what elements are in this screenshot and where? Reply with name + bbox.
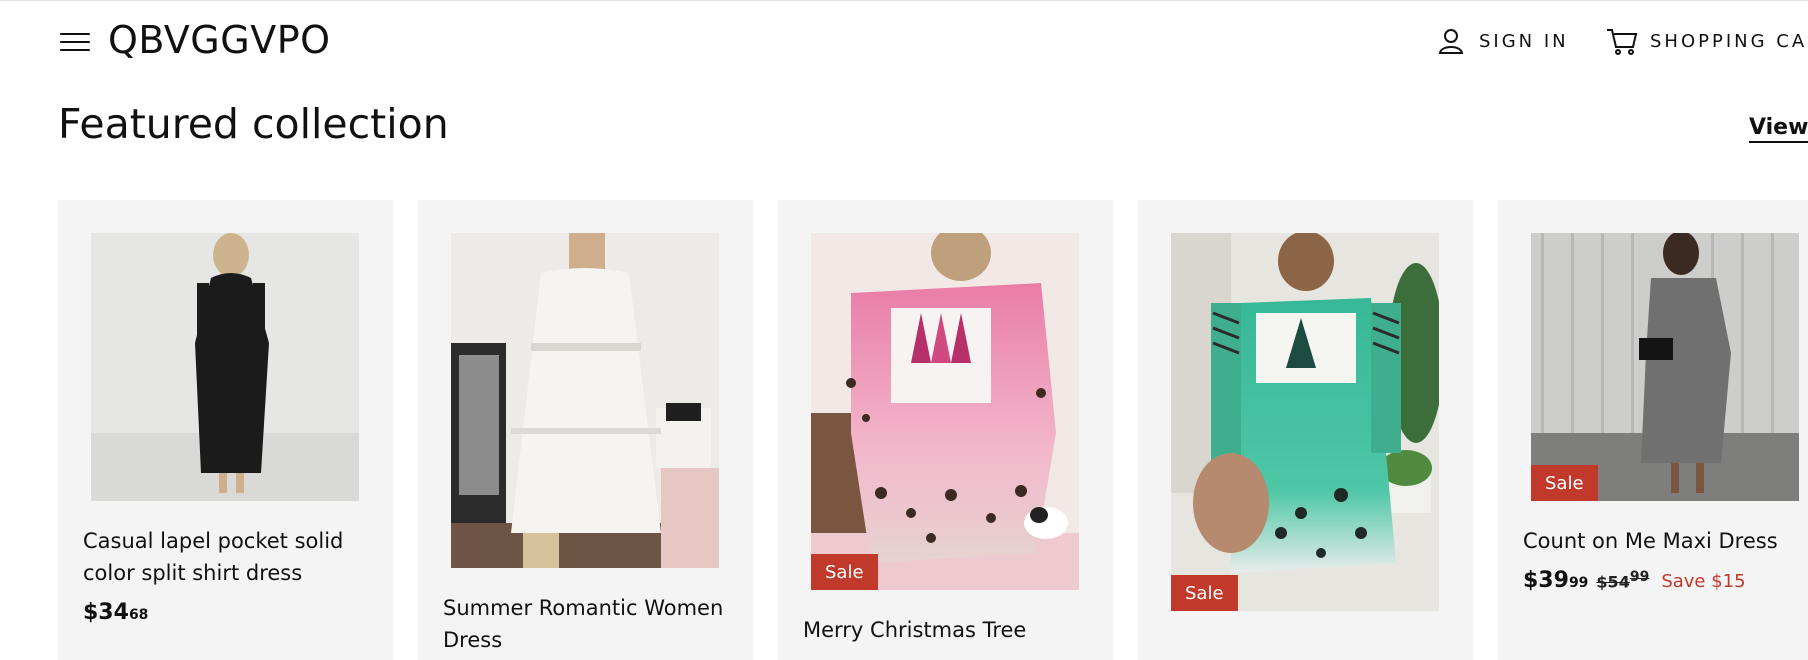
product-image-white-lace-dress[interactable]: [451, 233, 719, 568]
shopping-cart-label: SHOPPING CART: [1650, 30, 1808, 52]
compare-at-price: $5499: [1596, 569, 1649, 591]
product-price-5: $39 99 $5499 Save $15: [1523, 568, 1746, 593]
savings-label: Save $15: [1661, 571, 1746, 592]
sale-badge: Sale: [1171, 575, 1238, 611]
header-divider: [0, 0, 1808, 1]
product-card-1[interactable]: Casual lapel pocket solid color split sh…: [58, 200, 393, 660]
shopping-cart-link[interactable]: SHOPPING CART: [1606, 27, 1808, 55]
product-card-4[interactable]: Sale: [1138, 200, 1473, 660]
product-card-2[interactable]: Summer Romantic Women Dress: [418, 200, 753, 660]
sale-badge: Sale: [1531, 465, 1598, 501]
section-title: Featured collection: [58, 100, 449, 148]
was-dollars: $54: [1596, 572, 1630, 591]
sign-in-link[interactable]: SIGN IN: [1437, 27, 1569, 55]
product-image-black-shirt-dress[interactable]: [91, 233, 359, 501]
product-title-5[interactable]: Count on Me Maxi Dress: [1523, 525, 1808, 557]
store-logo[interactable]: QBVGGVPO: [108, 18, 331, 62]
sale-badge: Sale: [811, 554, 878, 590]
was-cents: 99: [1629, 568, 1650, 585]
product-title-1[interactable]: Casual lapel pocket solid color split sh…: [83, 525, 373, 589]
price-cents: 99: [1568, 575, 1589, 591]
hamburger-menu-icon[interactable]: [60, 31, 90, 53]
product-image-green-christmas-dress[interactable]: Sale: [1171, 233, 1439, 611]
cart-icon: [1607, 29, 1638, 55]
price-dollars: $34: [83, 600, 129, 625]
product-image-gray-maxi-dress[interactable]: Sale: [1531, 233, 1799, 501]
price-dollars: $39: [1523, 568, 1569, 593]
product-title-3[interactable]: Merry Christmas Tree: [803, 614, 1093, 646]
view-all-link[interactable]: View all: [1749, 115, 1808, 143]
product-image-pink-christmas-dress[interactable]: Sale: [811, 233, 1079, 590]
price-cents: 68: [128, 607, 149, 623]
product-price-1: $34 68: [83, 600, 148, 625]
sign-in-label: SIGN IN: [1479, 30, 1569, 52]
product-card-5[interactable]: Sale Count on Me Maxi Dress $39 99 $5499 …: [1498, 200, 1808, 660]
product-title-2[interactable]: Summer Romantic Women Dress: [443, 592, 733, 656]
product-card-3[interactable]: Sale Merry Christmas Tree: [778, 200, 1113, 660]
user-icon: [1438, 29, 1464, 54]
